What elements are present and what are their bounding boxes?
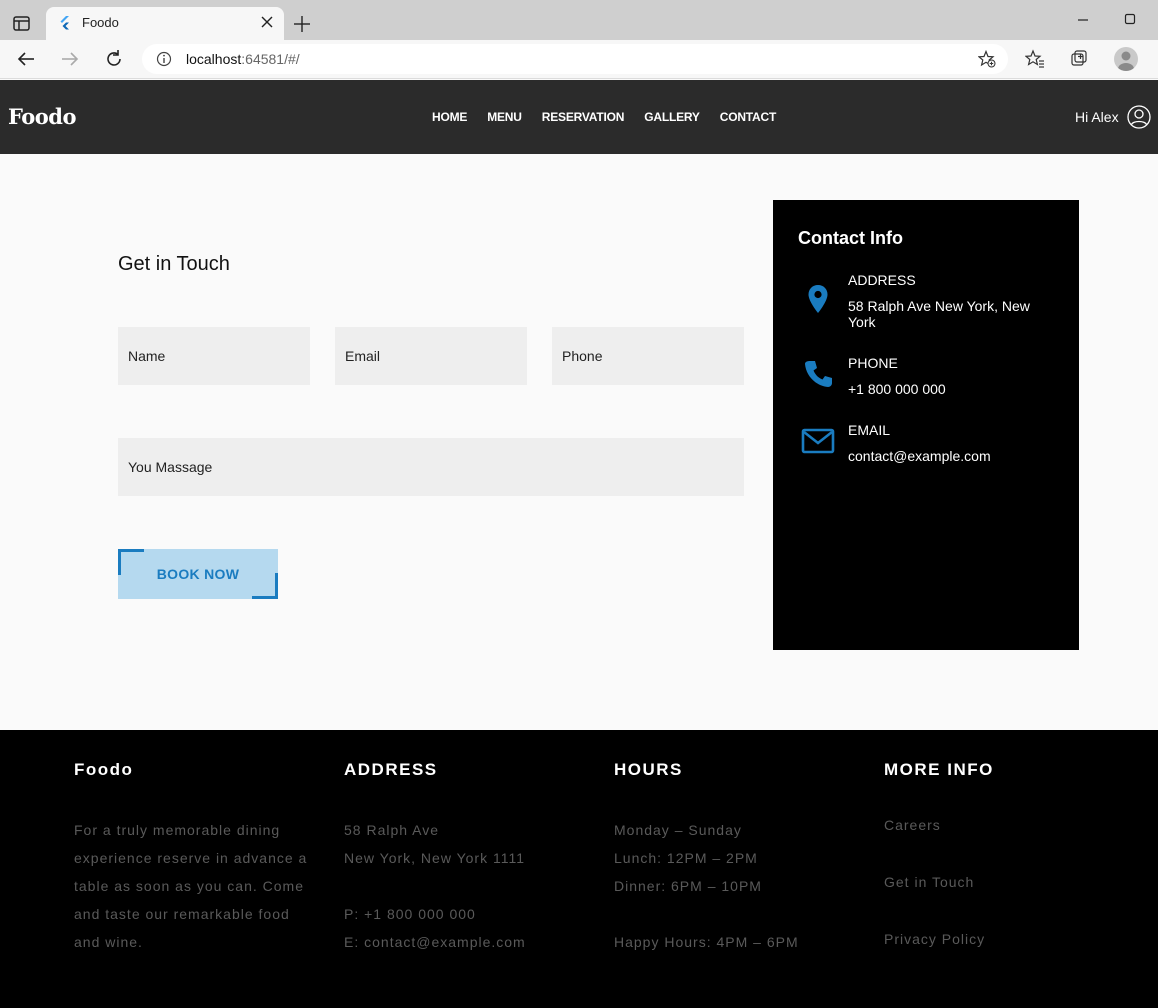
- footer-link-privacy-policy[interactable]: Privacy Policy: [884, 930, 1124, 949]
- tab-actions-icon[interactable]: [10, 12, 34, 36]
- phone-value[interactable]: +1 800 000 000: [848, 381, 1038, 397]
- nav-menu[interactable]: MENU: [487, 110, 522, 124]
- url-path: :64581/#/: [241, 51, 300, 67]
- contact-info-title: Contact Info: [798, 228, 903, 248]
- site-logo[interactable]: Foodo: [8, 104, 76, 129]
- main-nav: HOME MENU RESERVATION GALLERY CONTACT: [432, 110, 796, 124]
- email-label: EMAIL: [848, 422, 891, 438]
- footer-about: Foodo For a truly memorable dining exper…: [74, 760, 314, 956]
- collections-icon[interactable]: [1069, 49, 1089, 69]
- avatar-icon: [1118, 51, 1134, 71]
- site-footer: Foodo For a truly memorable dining exper…: [0, 730, 1158, 1008]
- location-pin-icon: [808, 285, 828, 313]
- footer-hours-lunch: Lunch: 12PM – 2PM: [614, 850, 758, 866]
- footer-address: ADDRESS 58 Ralph Ave New York, New York …: [344, 760, 584, 956]
- reload-icon[interactable]: [103, 48, 125, 70]
- footer-address-title: ADDRESS: [344, 760, 438, 779]
- footer-hours-dinner: Dinner: 6PM – 10PM: [614, 878, 762, 894]
- footer-address-line2: New York, New York 1111: [344, 850, 525, 866]
- mail-icon: [801, 428, 835, 454]
- name-input[interactable]: [118, 327, 310, 385]
- url-text: localhost:64581/#/: [186, 51, 300, 67]
- site-info-icon[interactable]: [156, 51, 172, 67]
- favorites-icon[interactable]: [1025, 49, 1045, 69]
- maximize-icon[interactable]: [1123, 12, 1137, 26]
- footer-more-title: MORE INFO: [884, 760, 994, 779]
- phone-input[interactable]: [552, 327, 744, 385]
- tab-title: Foodo: [82, 15, 119, 30]
- new-tab-icon[interactable]: [293, 15, 311, 33]
- footer-hours-title: HOURS: [614, 760, 683, 779]
- close-tab-icon[interactable]: [260, 15, 274, 29]
- address-label: ADDRESS: [848, 272, 916, 288]
- address-value: 58 Ralph Ave New York, New York: [848, 298, 1030, 330]
- contact-section: Get in Touch BOOK NOW Contact Info ADDRE…: [0, 154, 1158, 730]
- footer-hours-happy: Happy Hours: 4PM – 6PM: [614, 934, 799, 950]
- footer-brand: Foodo: [74, 760, 134, 779]
- add-favorite-icon[interactable]: [978, 50, 996, 68]
- book-now-label: BOOK NOW: [156, 566, 240, 582]
- url-host: localhost: [186, 51, 242, 67]
- phone-label: PHONE: [848, 355, 898, 371]
- footer-phone: P: +1 800 000 000: [344, 906, 476, 922]
- browser-tabbar: Foodo: [0, 0, 1158, 40]
- footer-hours-days: Monday – Sunday: [614, 822, 742, 838]
- footer-link-get-in-touch[interactable]: Get in Touch: [884, 873, 1124, 892]
- footer-link-careers[interactable]: Careers: [884, 816, 1124, 835]
- email-input[interactable]: [335, 327, 527, 385]
- footer-hours: HOURS Monday – Sunday Lunch: 12PM – 2PM …: [614, 760, 854, 956]
- minimize-icon[interactable]: [1076, 12, 1090, 26]
- footer-about-text: For a truly memorable dining experience …: [74, 822, 308, 950]
- flutter-icon: [60, 16, 69, 30]
- user-greeting[interactable]: Hi Alex: [1075, 109, 1119, 125]
- message-input[interactable]: [118, 438, 744, 496]
- forward-icon[interactable]: [59, 48, 81, 70]
- address-bar[interactable]: localhost:64581/#/: [142, 44, 1008, 74]
- user-account-icon[interactable]: [1127, 105, 1151, 129]
- book-now-button[interactable]: BOOK NOW: [118, 549, 278, 599]
- nav-reservation[interactable]: RESERVATION: [542, 110, 625, 124]
- browser-tab[interactable]: Foodo: [46, 7, 284, 40]
- contact-info-card: Contact Info ADDRESS 58 Ralph Ave New Yo…: [773, 200, 1079, 650]
- site-header: Foodo HOME MENU RESERVATION GALLERY CONT…: [0, 80, 1158, 154]
- email-value[interactable]: contact@example.com: [848, 448, 1038, 464]
- footer-more-info: MORE INFO Careers Get in Touch Privacy P…: [884, 760, 1124, 987]
- phone-icon: [805, 361, 832, 387]
- nav-gallery[interactable]: GALLERY: [644, 110, 700, 124]
- nav-home[interactable]: HOME: [432, 110, 467, 124]
- footer-email: E: contact@example.com: [344, 934, 526, 950]
- form-title: Get in Touch: [118, 253, 230, 275]
- footer-address-line1: 58 Ralph Ave: [344, 822, 440, 838]
- profile-avatar[interactable]: [1114, 47, 1138, 71]
- browser-toolbar: localhost:64581/#/: [0, 40, 1158, 79]
- back-icon[interactable]: [15, 48, 37, 70]
- nav-contact[interactable]: CONTACT: [720, 110, 777, 124]
